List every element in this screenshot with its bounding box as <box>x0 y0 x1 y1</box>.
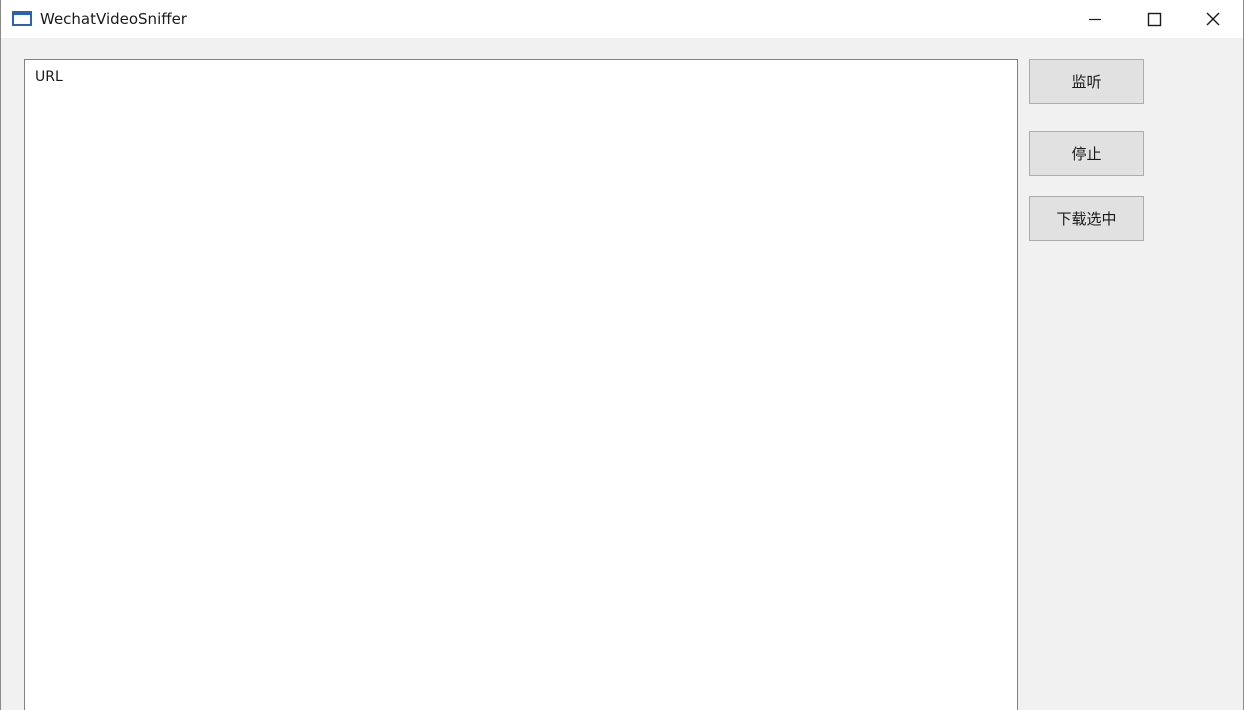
maximize-button[interactable] <box>1125 0 1183 38</box>
minimize-icon <box>1089 18 1101 21</box>
download-selected-button[interactable]: 下载选中 <box>1029 196 1144 241</box>
close-icon <box>1206 12 1220 26</box>
url-list[interactable]: URL <box>24 59 1018 710</box>
stop-button[interactable]: 停止 <box>1029 131 1144 176</box>
client-area: URL 监听 停止 下载选中 <box>1 38 1243 710</box>
url-column-header[interactable]: URL <box>35 68 63 86</box>
maximize-icon <box>1147 12 1162 27</box>
title-bar[interactable]: WechatVideoSniffer <box>1 0 1243 38</box>
app-window: WechatVideoSniffer URL 监听 停止 下载选中 <box>0 0 1244 710</box>
window-title: WechatVideoSniffer <box>40 10 187 28</box>
close-button[interactable] <box>1184 0 1242 38</box>
listen-button[interactable]: 监听 <box>1029 59 1144 104</box>
app-window-icon <box>12 11 32 26</box>
minimize-button[interactable] <box>1066 0 1124 38</box>
